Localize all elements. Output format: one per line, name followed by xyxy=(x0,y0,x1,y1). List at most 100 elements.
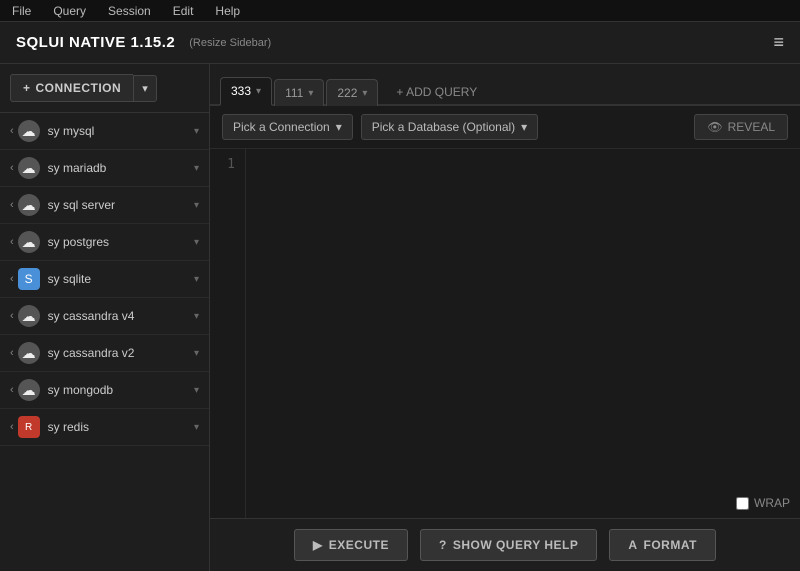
cloud-icon-postgres: ☁ xyxy=(18,231,40,253)
expand-icon-mongodb: ‹ xyxy=(10,384,14,396)
format-icon: A xyxy=(628,538,637,552)
expand-icon-sqlserver: ‹ xyxy=(10,199,14,211)
sidebar-item-mariadb[interactable]: ‹ ☁ sy mariadb ▾ xyxy=(0,150,209,187)
chevron-icon-mongodb: ▾ xyxy=(194,385,199,396)
chevron-icon-sqlite: ▾ xyxy=(194,274,199,285)
sidebar-item-mongodb[interactable]: ‹ ☁ sy mongodb ▾ xyxy=(0,372,209,409)
content-area: 333 ▾ 111 ▾ 222 ▾ + ADD QUERY Pick a Con… xyxy=(210,64,800,571)
chevron-icon-mysql: ▾ xyxy=(194,126,199,137)
sidebar-item-sqlserver[interactable]: ‹ ☁ sy sql server ▾ xyxy=(0,187,209,224)
format-label: FORMAT xyxy=(644,538,697,552)
menu-query[interactable]: Query xyxy=(49,2,90,20)
wrap-checkbox-input[interactable] xyxy=(736,497,749,510)
sidebar-label-postgres: sy postgres xyxy=(48,235,194,249)
sidebar-item-postgres[interactable]: ‹ ☁ sy postgres ▾ xyxy=(0,224,209,261)
menu-edit[interactable]: Edit xyxy=(169,2,198,20)
connection-btn-row: + CONNECTION ▾ xyxy=(0,64,209,113)
wrap-label: WRAP xyxy=(754,496,790,510)
tab-111-chevron: ▾ xyxy=(308,88,313,99)
main-layout: + CONNECTION ▾ ‹ ☁ sy mysql ▾ ‹ ☁ sy mar… xyxy=(0,64,800,571)
query-controls: Pick a Connection ▾ Pick a Database (Opt… xyxy=(210,106,800,149)
help-icon: ? xyxy=(439,538,447,552)
menu-bar: File Query Session Edit Help xyxy=(0,0,800,22)
cloud-icon-mongodb: ☁ xyxy=(18,379,40,401)
expand-icon-sqlite: ‹ xyxy=(10,273,14,285)
database-dropdown-arrow-icon: ▾ xyxy=(521,120,527,134)
bottom-toolbar: ▶ EXECUTE ? SHOW QUERY HELP A FORMAT xyxy=(210,518,800,571)
connection-button[interactable]: + CONNECTION xyxy=(10,74,133,102)
cloud-icon-cassandrav2: ☁ xyxy=(18,342,40,364)
code-editor[interactable] xyxy=(246,149,800,518)
sidebar: + CONNECTION ▾ ‹ ☁ sy mysql ▾ ‹ ☁ sy mar… xyxy=(0,64,210,571)
chevron-icon-cassandrav2: ▾ xyxy=(194,348,199,359)
database-dropdown[interactable]: Pick a Database (Optional) ▾ xyxy=(361,114,538,140)
tab-222-label: 222 xyxy=(337,86,357,100)
tab-333-label: 333 xyxy=(231,84,251,98)
menu-file[interactable]: File xyxy=(8,2,35,20)
execute-button[interactable]: ▶ EXECUTE xyxy=(294,529,408,561)
plus-icon: + xyxy=(23,81,31,95)
reveal-button[interactable]: 👁 REVEAL xyxy=(694,114,788,140)
sidebar-label-mysql: sy mysql xyxy=(48,124,194,138)
tab-222-chevron: ▾ xyxy=(362,88,367,99)
cloud-icon-mysql: ☁ xyxy=(18,120,40,142)
line-numbers: 1 xyxy=(210,149,246,518)
format-button[interactable]: A FORMAT xyxy=(609,529,716,561)
expand-icon-cassandrav4: ‹ xyxy=(10,310,14,322)
chevron-icon-mariadb: ▾ xyxy=(194,163,199,174)
sidebar-label-cassandrav2: sy cassandra v2 xyxy=(48,346,194,360)
menu-session[interactable]: Session xyxy=(104,2,155,20)
tab-333-chevron: ▾ xyxy=(256,86,261,97)
chevron-icon-postgres: ▾ xyxy=(194,237,199,248)
app-title: SQLUI NATIVE 1.15.2 xyxy=(16,34,175,51)
wrap-option[interactable]: WRAP xyxy=(736,496,790,510)
database-dropdown-label: Pick a Database (Optional) xyxy=(372,120,515,134)
sidebar-item-sqlite[interactable]: ‹ S sy sqlite ▾ xyxy=(0,261,209,298)
title-bar: SQLUI NATIVE 1.15.2 (Resize Sidebar) ≡ xyxy=(0,22,800,64)
expand-icon-redis: ‹ xyxy=(10,421,14,433)
chevron-icon-cassandrav4: ▾ xyxy=(194,311,199,322)
tab-111-label: 111 xyxy=(285,86,303,100)
sidebar-item-cassandrav4[interactable]: ‹ ☁ sy cassandra v4 ▾ xyxy=(0,298,209,335)
chevron-icon-redis: ▾ xyxy=(194,422,199,433)
menu-help[interactable]: Help xyxy=(211,2,244,20)
query-area: Pick a Connection ▾ Pick a Database (Opt… xyxy=(210,106,800,518)
sidebar-item-redis[interactable]: ‹ R sy redis ▾ xyxy=(0,409,209,446)
connection-dropdown-arrow[interactable]: ▾ xyxy=(133,75,157,102)
connection-dropdown-arrow-icon: ▾ xyxy=(336,120,342,134)
reveal-icon: 👁 xyxy=(707,120,722,134)
resize-sidebar-label[interactable]: (Resize Sidebar) xyxy=(189,37,271,49)
sidebar-item-mysql[interactable]: ‹ ☁ sy mysql ▾ xyxy=(0,113,209,150)
sidebar-label-mariadb: sy mariadb xyxy=(48,161,194,175)
expand-icon-cassandrav2: ‹ xyxy=(10,347,14,359)
connection-dropdown[interactable]: Pick a Connection ▾ xyxy=(222,114,353,140)
sidebar-item-cassandrav2[interactable]: ‹ ☁ sy cassandra v2 ▾ xyxy=(0,335,209,372)
redis-icon: R xyxy=(18,416,40,438)
tabs-bar: 333 ▾ 111 ▾ 222 ▾ + ADD QUERY xyxy=(210,64,800,106)
line-number-1: 1 xyxy=(220,157,235,172)
add-query-button[interactable]: + ADD QUERY xyxy=(386,80,487,104)
tab-111[interactable]: 111 ▾ xyxy=(274,79,324,106)
show-query-help-button[interactable]: ? SHOW QUERY HELP xyxy=(420,529,597,561)
connection-button-label: CONNECTION xyxy=(36,81,122,95)
tab-333[interactable]: 333 ▾ xyxy=(220,77,272,106)
execute-label: EXECUTE xyxy=(329,538,389,552)
show-help-label: SHOW QUERY HELP xyxy=(453,538,579,552)
chevron-icon-sqlserver: ▾ xyxy=(194,200,199,211)
tab-222[interactable]: 222 ▾ xyxy=(326,79,378,106)
expand-icon-mysql: ‹ xyxy=(10,125,14,137)
expand-icon-postgres: ‹ xyxy=(10,236,14,248)
hamburger-icon[interactable]: ≡ xyxy=(773,32,784,53)
cloud-icon-cassandrav4: ☁ xyxy=(18,305,40,327)
cloud-icon-mariadb: ☁ xyxy=(18,157,40,179)
sidebar-label-sqlite: sy sqlite xyxy=(48,272,194,286)
expand-icon-mariadb: ‹ xyxy=(10,162,14,174)
reveal-label: REVEAL xyxy=(728,120,775,134)
connection-dropdown-label: Pick a Connection xyxy=(233,120,330,134)
sidebar-label-sqlserver: sy sql server xyxy=(48,198,194,212)
sidebar-label-cassandrav4: sy cassandra v4 xyxy=(48,309,194,323)
sidebar-label-redis: sy redis xyxy=(48,420,194,434)
editor-area: 1 WRAP xyxy=(210,149,800,518)
sqlite-icon: S xyxy=(18,268,40,290)
sidebar-label-mongodb: sy mongodb xyxy=(48,383,194,397)
